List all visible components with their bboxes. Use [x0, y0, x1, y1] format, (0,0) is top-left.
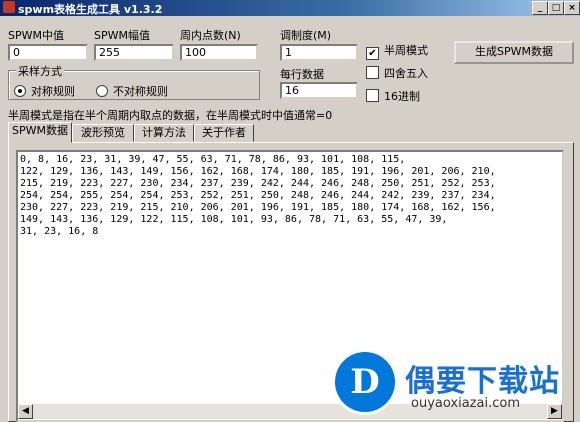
scroll-left-icon[interactable]: ◀: [18, 404, 33, 419]
data-line: 122, 129, 136, 143, 149, 156, 162, 168, …: [20, 166, 496, 177]
tab-about-author[interactable]: 关于作者: [194, 124, 254, 142]
checkbox-empty-icon: [366, 89, 379, 102]
points-input[interactable]: 100: [180, 44, 258, 61]
tab-waveform-preview[interactable]: 波形预览: [72, 124, 134, 142]
checkbox-check-icon: ✔: [366, 47, 379, 60]
modulation-label: 调制度(M): [280, 29, 332, 42]
hex-label: 16进制: [384, 90, 420, 103]
half-cycle-label: 半周模式: [384, 44, 428, 57]
watermark-title: 偶要下载站: [405, 364, 560, 399]
app-icon: [3, 1, 15, 13]
radio-selected-icon: [14, 85, 26, 97]
data-line: 149, 143, 136, 129, 122, 115, 108, 101, …: [20, 214, 448, 225]
watermark-logo-icon: D: [335, 352, 395, 412]
round-label: 四舍五入: [384, 67, 428, 80]
hex-checkbox[interactable]: 16进制: [366, 88, 420, 104]
radio-asymmetric-label: 不对称规则: [113, 85, 168, 98]
per-line-label: 每行数据: [280, 68, 324, 81]
data-line: 230, 227, 223, 219, 215, 210, 206, 201, …: [20, 202, 496, 213]
round-checkbox[interactable]: 四舍五入: [366, 65, 428, 81]
data-line: 0, 8, 16, 23, 31, 39, 47, 55, 63, 71, 78…: [20, 154, 406, 165]
per-line-input[interactable]: 16: [280, 82, 358, 99]
window-title: spwm表格生成工具 v1.3.2: [18, 3, 163, 16]
radio-unselected-icon: [96, 85, 108, 97]
generate-spwm-button[interactable]: 生成SPWM数据: [454, 41, 574, 64]
maximize-button[interactable]: □: [548, 1, 564, 15]
minimize-button[interactable]: _: [532, 1, 548, 15]
half-cycle-checkbox[interactable]: ✔ 半周模式: [366, 42, 428, 60]
info-text: 半周模式是指在半个周期内取点的数据，在半周模式时中值通常=0: [8, 109, 333, 122]
watermark-url: ouyaoxiazai.com: [411, 396, 520, 411]
data-line: 215, 219, 223, 227, 230, 234, 237, 239, …: [20, 178, 496, 189]
spwm-amp-label: SPWM幅值: [94, 29, 150, 42]
radio-symmetric[interactable]: 对称规则: [14, 83, 75, 99]
spwm-amp-input[interactable]: 255: [94, 44, 174, 61]
close-button[interactable]: ×: [564, 1, 580, 15]
modulation-input[interactable]: 1: [280, 44, 358, 61]
points-label: 周内点数(N): [180, 29, 241, 42]
checkbox-empty-icon: [366, 66, 379, 79]
radio-asymmetric[interactable]: 不对称规则: [96, 83, 168, 99]
tab-calc-method[interactable]: 计算方法: [134, 124, 194, 142]
spwm-mid-label: SPWM中值: [8, 29, 64, 42]
radio-symmetric-label: 对称规则: [31, 85, 75, 98]
data-line: 31, 23, 16, 8: [20, 226, 99, 237]
data-line: 254, 254, 255, 254, 254, 253, 252, 251, …: [20, 190, 496, 201]
tab-spwm-data[interactable]: SPWM数据: [8, 122, 72, 143]
sampling-title: 采样方式: [16, 63, 64, 79]
spwm-mid-input[interactable]: 0: [8, 44, 88, 61]
title-bar[interactable]: spwm表格生成工具 v1.3.2 _ □ ×: [0, 0, 580, 16]
watermark: D 偶要下载站 ouyaoxiazai.com: [335, 352, 575, 418]
